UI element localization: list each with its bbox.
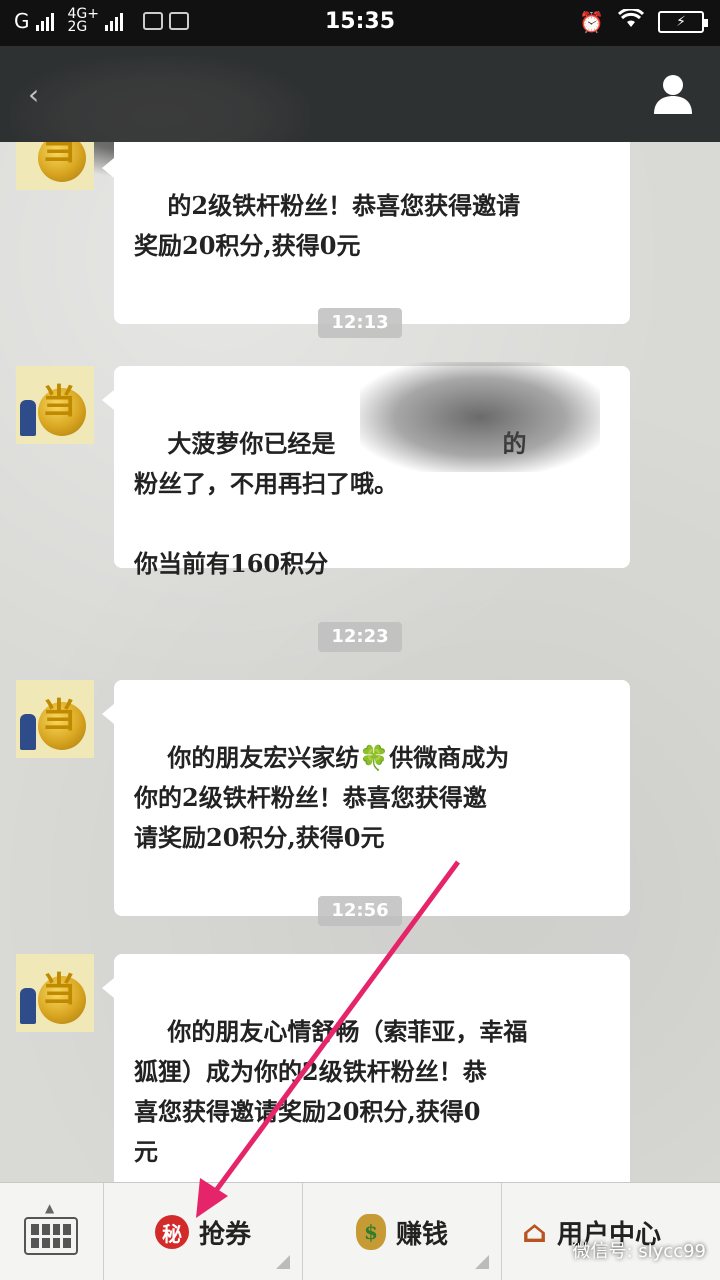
message-text: 你的朋友心情舒畅（索菲亚，幸福 狐狸）成为你的2级铁杆粉丝！恭 喜您获得邀请奖励… <box>134 1017 528 1166</box>
message-bubble: 你的朋友宏兴家纺🍀供微商成为 你的2级铁杆粉丝！恭喜您获得邀 请奖励20积分,获… <box>102 680 630 916</box>
chat-area[interactable]: V L 当 的2级铁杆粉丝！恭喜您获得邀请 奖励20积分,获得0元 12:13 … <box>0 142 720 1182</box>
message-timestamp: 12:23 <box>318 622 402 652</box>
secret-badge-icon: 秘 <box>154 1215 189 1249</box>
menu-item-user-center[interactable]: ⌂ 用户中心 微信号: slycc99 <box>502 1183 720 1280</box>
keyboard-icon <box>24 1217 78 1255</box>
message-bubble: 你的朋友心情舒畅（索菲亚，幸福 狐狸）成为你的2级铁杆粉丝！恭 喜您获得邀请奖励… <box>102 954 630 1182</box>
person-icon[interactable] <box>652 72 694 114</box>
alarm-icon: ⏰ <box>579 9 604 34</box>
charging-battery-icon: ⚡ <box>658 10 708 33</box>
wifi-icon <box>617 7 645 34</box>
submenu-indicator-icon <box>276 1255 290 1269</box>
submenu-indicator-icon <box>475 1255 489 1269</box>
status-bar: G 4G+ 2G 15:35 ⏰ ⚡ <box>0 0 720 46</box>
menu-item-earn-money[interactable]: $ 赚钱 <box>303 1183 502 1280</box>
menu-item-label: 赚钱 <box>395 1219 448 1250</box>
sender-avatar[interactable]: 当 <box>16 142 94 190</box>
title-bar: ‹ <box>0 46 720 176</box>
sender-avatar[interactable]: 当 <box>16 680 94 758</box>
status-icons: ⏰ ⚡ <box>579 7 708 34</box>
message-timestamp: 12:13 <box>318 308 402 338</box>
message-timestamp: 12:56 <box>318 896 402 926</box>
sender-avatar[interactable]: 当 <box>16 366 94 444</box>
home-icon: ⌂ <box>522 1214 548 1250</box>
message-bubble: 的2级铁杆粉丝！恭喜您获得邀请 奖励20积分,获得0元 <box>102 142 630 324</box>
redacted-name <box>360 362 600 472</box>
chevron-up-icon: ▲ <box>45 1201 55 1215</box>
wechat-id-watermark: 微信号: slycc99 <box>572 1241 706 1262</box>
keyboard-toggle-button[interactable]: ▲ <box>0 1183 104 1280</box>
message-text: 你的朋友宏兴家纺🍀供微商成为 你的2级铁杆粉丝！恭喜您获得邀 请奖励20积分,获… <box>134 743 510 852</box>
message-text: 的2级铁杆粉丝！恭喜您获得邀请 奖励20积分,获得0元 <box>134 191 521 260</box>
sender-avatar[interactable]: 当 <box>16 954 94 1032</box>
menu-item-label: 抢券 <box>198 1219 251 1250</box>
money-bag-icon: $ <box>355 1214 386 1250</box>
bottom-menu-bar: ▲ 秘 抢券 $ 赚钱 ⌂ 用户中心 微信号: slycc99 <box>0 1182 720 1280</box>
menu-item-grab-coupon[interactable]: 秘 抢券 <box>104 1183 303 1280</box>
